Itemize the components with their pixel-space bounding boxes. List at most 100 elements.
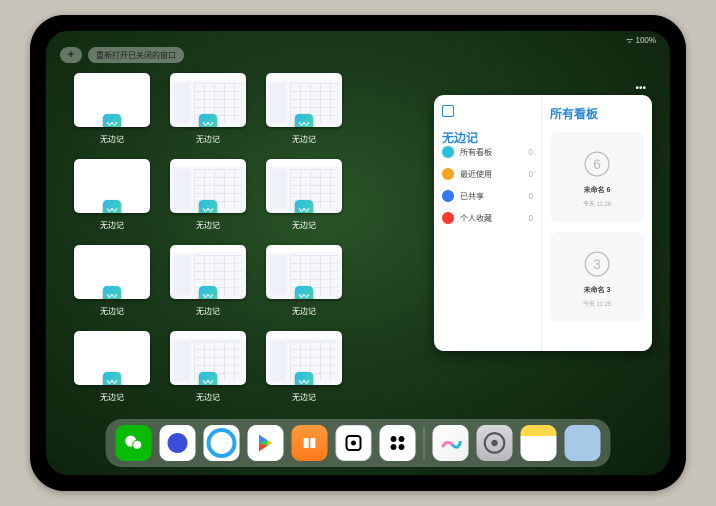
window-thumbnail[interactable]: 〰 (170, 331, 246, 385)
sidebar-item[interactable]: 已共享 0 (442, 190, 533, 202)
app-window[interactable]: 〰无边记 (266, 331, 342, 403)
app-window[interactable]: 〰无边记 (266, 159, 342, 231)
screen: ᯤ 100% + 重新打开已关闭的窗口 〰无边记〰无边记〰无边记〰无边记〰无边记… (46, 31, 670, 475)
sidebar-toggle-icon[interactable] (442, 105, 454, 117)
sidebar-item[interactable]: 个人收藏 0 (442, 212, 533, 224)
window-thumbnail[interactable]: 〰 (170, 73, 246, 127)
dock-app-wechat[interactable] (116, 425, 152, 461)
panel-main: 所有看板 6 未命名 6 今天 11:26 3 未命名 3 今天 11:25 (542, 95, 652, 351)
window-label: 无边记 (100, 220, 124, 231)
app-window[interactable]: 〰无边记 (170, 73, 246, 145)
window-label: 无边记 (100, 306, 124, 317)
freeform-icon: 〰 (103, 114, 121, 127)
sidebar-item[interactable]: 最近使用 0 (442, 168, 533, 180)
sidebar-item-label: 所有看板 (460, 147, 492, 158)
sidebar-item-count: 0 (529, 214, 533, 223)
window-thumbnail[interactable]: 〰 (74, 331, 150, 385)
freeform-icon: 〰 (103, 200, 121, 213)
app-window[interactable]: 〰无边记 (266, 245, 342, 317)
svg-text:6: 6 (593, 157, 601, 172)
window-thumbnail[interactable]: 〰 (74, 73, 150, 127)
window-label: 无边记 (100, 392, 124, 403)
boards-list: 6 未命名 6 今天 11:26 3 未命名 3 今天 11:25 (550, 132, 644, 322)
app-window[interactable]: 〰无边记 (170, 159, 246, 231)
dock-app-notes[interactable] (521, 425, 557, 461)
battery-label: 100% (636, 36, 656, 45)
board-name: 未命名 6 (584, 185, 611, 195)
dock-app-dice[interactable] (336, 425, 372, 461)
wifi-icon: ᯤ (626, 36, 633, 45)
window-label: 无边记 (292, 134, 316, 145)
app-window[interactable]: 〰无边记 (170, 245, 246, 317)
sidebar-item-label: 最近使用 (460, 169, 492, 180)
window-thumbnail[interactable]: 〰 (266, 245, 342, 299)
status-bar: ᯤ 100% (626, 35, 656, 46)
dock-app-books[interactable] (292, 425, 328, 461)
freeform-icon: 〰 (295, 200, 313, 213)
dock-app-play[interactable] (248, 425, 284, 461)
app-window[interactable]: 〰无边记 (74, 331, 150, 403)
sidebar-item-count: 0 (529, 148, 533, 157)
sidebar-list: 所有看板 0 最近使用 0 已共享 0 个人收藏 0 (442, 146, 533, 224)
reopen-closed-window-button[interactable]: 重新打开已关闭的窗口 (88, 47, 184, 63)
sidebar-item-label: 个人收藏 (460, 213, 492, 224)
window-thumbnail[interactable]: 〰 (170, 245, 246, 299)
freeform-icon: 〰 (103, 286, 121, 299)
sidebar-item[interactable]: 所有看板 0 (442, 146, 533, 158)
freeform-icon: 〰 (199, 114, 217, 127)
window-label: 无边记 (292, 392, 316, 403)
dock-app-circles[interactable] (380, 425, 416, 461)
window-thumbnail[interactable]: 〰 (170, 159, 246, 213)
sidebar-item-count: 0 (529, 192, 533, 201)
board-timestamp: 今天 11:26 (583, 199, 611, 208)
board-name: 未命名 3 (584, 285, 611, 295)
window-label: 无边记 (100, 134, 124, 145)
window-label: 无边记 (292, 306, 316, 317)
app-window[interactable]: 〰无边记 (170, 331, 246, 403)
panel-left-title: 无边记 (442, 129, 533, 146)
panel-sidebar: 无边记 所有看板 0 最近使用 0 已共享 0 个人收藏 0 (434, 95, 542, 351)
category-icon (442, 212, 454, 224)
freeform-icon: 〰 (199, 200, 217, 213)
window-thumbnail[interactable]: 〰 (74, 159, 150, 213)
dock-app-library[interactable] (565, 425, 601, 461)
dock-app-quark[interactable] (160, 425, 196, 461)
window-thumbnail[interactable]: 〰 (266, 73, 342, 127)
app-expose-grid: 〰无边记〰无边记〰无边记〰无边记〰无边记〰无边记〰无边记〰无边记〰无边记〰无边记… (74, 73, 438, 403)
window-thumbnail[interactable]: 〰 (266, 331, 342, 385)
dock-app-settings[interactable] (477, 425, 513, 461)
window-thumbnail[interactable]: 〰 (74, 245, 150, 299)
window-label: 无边记 (292, 220, 316, 231)
app-window[interactable]: 〰无边记 (266, 73, 342, 145)
freeform-icon: 〰 (199, 286, 217, 299)
category-icon (442, 146, 454, 158)
window-label: 无边记 (196, 220, 220, 231)
ellipsis-icon[interactable]: ••• (635, 83, 646, 94)
app-window[interactable]: 〰无边记 (74, 245, 150, 317)
app-window[interactable]: 〰无边记 (74, 73, 150, 145)
top-bar: + 重新打开已关闭的窗口 (60, 47, 184, 63)
board-card[interactable]: 3 未命名 3 今天 11:25 (550, 232, 644, 322)
freeform-panel[interactable]: ••• 无边记 所有看板 0 最近使用 0 已共享 0 个人收藏 0 所有看板 … (434, 95, 652, 351)
category-icon (442, 190, 454, 202)
ipad-frame: ᯤ 100% + 重新打开已关闭的窗口 〰无边记〰无边记〰无边记〰无边记〰无边记… (30, 15, 686, 491)
panel-right-title: 所有看板 (550, 105, 644, 122)
window-label: 无边记 (196, 134, 220, 145)
freeform-icon: 〰 (295, 372, 313, 385)
dock-separator (424, 427, 425, 459)
dock (106, 419, 611, 467)
category-icon (442, 168, 454, 180)
board-card[interactable]: 6 未命名 6 今天 11:26 (550, 132, 644, 222)
window-thumbnail[interactable]: 〰 (266, 159, 342, 213)
app-window[interactable]: 〰无边记 (74, 159, 150, 231)
dock-app-qqbrowser[interactable] (204, 425, 240, 461)
dock-app-freeform[interactable] (433, 425, 469, 461)
freeform-icon: 〰 (199, 372, 217, 385)
freeform-icon: 〰 (103, 372, 121, 385)
window-label: 无边记 (196, 306, 220, 317)
freeform-icon: 〰 (295, 286, 313, 299)
sidebar-item-count: 0 (529, 170, 533, 179)
new-window-button[interactable]: + (60, 47, 82, 63)
svg-text:3: 3 (593, 257, 601, 272)
freeform-icon: 〰 (295, 114, 313, 127)
